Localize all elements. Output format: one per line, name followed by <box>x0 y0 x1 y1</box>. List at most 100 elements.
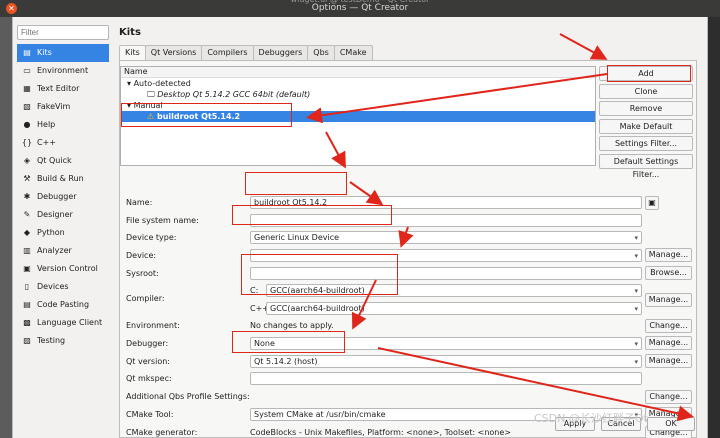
environment-value: No changes to apply. <box>250 321 334 330</box>
sysroot-label: Sysroot: <box>126 269 159 278</box>
device-type-combo[interactable]: Generic Linux Device <box>250 231 642 244</box>
tree-group-auto[interactable]: ▾ Auto-detected <box>121 78 595 89</box>
version-control-icon: ▣ <box>23 264 31 273</box>
compiler-cpp-combo[interactable]: GCC(aarch64-buildroot) <box>266 302 642 315</box>
kits-tab-pane: Name ▾ Auto-detected 🖵 Desktop Qt 5.14.2… <box>119 60 697 438</box>
tab-kits[interactable]: Kits <box>119 45 146 60</box>
environment-label: Environment: <box>126 321 180 330</box>
kits-page: Kits Kits Qt Versions Compilers Debuggers Qb… <box>117 17 707 438</box>
background-window-title: widget.ui @ testDemo - Qt Creator <box>0 0 720 8</box>
nav-testing[interactable]: ▨ Testing <box>17 332 109 350</box>
nav-fakevim-label: FakeVim <box>37 102 71 111</box>
qt-version-manage-button[interactable]: Manage... <box>645 354 692 368</box>
nav-cpp[interactable]: {} C++ <box>17 134 109 152</box>
tree-item-buildroot-kit[interactable]: ⚠ buildroot Qt5.14.2 <box>121 111 595 122</box>
default-settings-filter-button[interactable]: Default Settings Filter... <box>599 153 693 179</box>
make-default-button[interactable]: Make Default <box>599 118 693 134</box>
nav-fakevim[interactable]: ▧ FakeVim <box>17 98 109 116</box>
nav-debugger-label: Debugger <box>37 192 77 201</box>
nav-qt-quick[interactable]: ◈ Qt Quick <box>17 152 109 170</box>
nav-text-editor-label: Text Editor <box>37 84 80 93</box>
settings-filter-button[interactable]: Settings Filter... <box>599 136 693 152</box>
nav-designer[interactable]: ✎ Designer <box>17 206 109 224</box>
nav-version-control-label: Version Control <box>37 264 98 273</box>
code-pasting-icon: ▤ <box>23 300 31 309</box>
tree-group-auto-label: Auto-detected <box>133 79 191 88</box>
nav-help[interactable]: ● Help <box>17 116 109 134</box>
filter-input[interactable] <box>17 25 109 40</box>
debugger-combo[interactable]: None <box>250 337 642 350</box>
devices-icon: ▯ <box>24 282 30 291</box>
nav-build-run-label: Build & Run <box>37 174 84 183</box>
compiler-c-combo[interactable]: GCC(aarch64-buildroot) <box>266 284 642 297</box>
build-run-icon: ⚒ <box>23 174 31 183</box>
help-icon: ● <box>23 120 31 129</box>
sysroot-browse-button[interactable]: Browse... <box>645 266 692 280</box>
nav-environment[interactable]: ▭ Environment <box>17 62 109 80</box>
debugger-manage-button[interactable]: Manage... <box>645 336 692 350</box>
kits-icon: ▤ <box>23 48 31 57</box>
qt-version-label: Qt version: <box>126 357 170 366</box>
qt-mkspec-input[interactable] <box>250 372 642 385</box>
nav-cpp-label: C++ <box>37 138 56 147</box>
kit-actions: Add Clone Remove Make Default Settings Filte… <box>599 66 693 179</box>
device-type-label: Device type: <box>126 233 177 242</box>
fs-name-input[interactable] <box>250 214 642 227</box>
remove-button[interactable]: Remove <box>599 101 693 117</box>
name-input[interactable]: buildroot Qt5.14.2 <box>250 196 642 209</box>
qbs-change-button[interactable]: Change... <box>645 390 692 404</box>
add-button[interactable]: Add <box>599 66 693 81</box>
nav-python[interactable]: ◆ Python <box>17 224 109 242</box>
nav-help-label: Help <box>37 120 56 129</box>
debugger-icon: ✱ <box>23 192 31 201</box>
nav-kits[interactable]: ▤ Kits <box>17 44 109 62</box>
device-manage-button[interactable]: Manage... <box>645 248 692 262</box>
qt-version-combo[interactable]: Qt 5.14.2 (host) <box>250 355 642 368</box>
nav-text-editor[interactable]: ▦ Text Editor <box>17 80 109 98</box>
kits-tree[interactable]: Name ▾ Auto-detected 🖵 Desktop Qt 5.14.2… <box>120 66 596 166</box>
nav-environment-label: Environment <box>37 66 89 75</box>
nav-analyzer[interactable]: ▥ Analyzer <box>17 242 109 260</box>
name-label: Name: <box>126 198 153 207</box>
tree-item-desktop-kit[interactable]: 🖵 Desktop Qt 5.14.2 GCC 64bit (default) <box>121 89 595 100</box>
watermark: CSDN @长沙红胖子Qt <box>534 412 648 425</box>
device-combo[interactable] <box>250 249 642 262</box>
fakevim-icon: ▧ <box>23 102 31 111</box>
kit-icon-button[interactable]: ▣ <box>645 196 659 210</box>
compiler-manage-button[interactable]: Manage... <box>645 293 692 307</box>
ok-button[interactable]: OK <box>647 417 695 431</box>
nav-version-control[interactable]: ▣ Version Control <box>17 260 109 278</box>
kits-tabs: Kits Qt Versions Compilers Debuggers Qbs CMak… <box>119 45 373 60</box>
compiler-c-label: C: <box>250 286 259 295</box>
tab-compilers[interactable]: Compilers <box>201 45 254 60</box>
sysroot-input[interactable] <box>250 267 642 280</box>
options-dialog: ▤ Kits ▭ Environment ▦ Text Editor ▧ FakeVim ● He… <box>12 17 708 438</box>
tab-debuggers[interactable]: Debuggers <box>252 45 309 60</box>
tab-cmake[interactable]: CMake <box>333 45 373 60</box>
nav-code-pasting-label: Code Pasting <box>37 300 90 309</box>
nav-build-run[interactable]: ⚒ Build & Run <box>17 170 109 188</box>
python-icon: ◆ <box>23 228 31 237</box>
tab-qt-versions[interactable]: Qt Versions <box>144 45 203 60</box>
page-title: Kits <box>119 27 141 38</box>
tree-item-buildroot-kit-label: buildroot Qt5.14.2 <box>156 112 241 121</box>
language-client-icon: ▩ <box>23 318 31 327</box>
environment-icon: ▭ <box>23 66 31 75</box>
tree-group-manual[interactable]: ▾ Manual <box>121 100 595 111</box>
nav-debugger[interactable]: ✱ Debugger <box>17 188 109 206</box>
nav-language-client[interactable]: ▩ Language Client <box>17 314 109 332</box>
environment-change-button[interactable]: Change... <box>645 319 692 333</box>
clone-button[interactable]: Clone <box>599 83 693 99</box>
close-window-button[interactable]: ✕ <box>6 3 17 14</box>
nav-analyzer-label: Analyzer <box>37 246 72 255</box>
nav-python-label: Python <box>37 228 65 237</box>
options-category-list: ▤ Kits ▭ Environment ▦ Text Editor ▧ FakeVim ● He… <box>17 44 109 350</box>
cmake-generator-value: CodeBlocks - Unix Makefiles, Platform: <… <box>250 428 511 437</box>
nav-code-pasting[interactable]: ▤ Code Pasting <box>17 296 109 314</box>
tree-group-manual-label: Manual <box>133 101 163 110</box>
tab-qbs[interactable]: Qbs <box>307 45 335 60</box>
cmake-generator-label: CMake generator: <box>126 428 198 437</box>
analyzer-icon: ▥ <box>23 246 31 255</box>
qt-mkspec-label: Qt mkspec: <box>126 374 172 383</box>
nav-devices[interactable]: ▯ Devices <box>17 278 109 296</box>
